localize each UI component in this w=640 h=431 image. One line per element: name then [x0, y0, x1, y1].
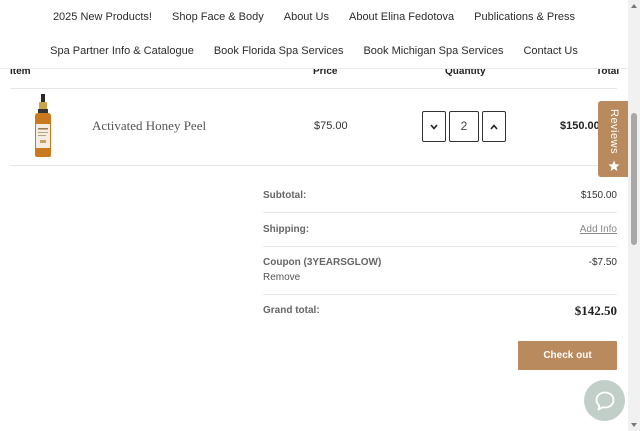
subtotal-value: $150.00 [580, 190, 617, 201]
quantity-input[interactable]: 2 [449, 111, 479, 142]
checkout-button[interactable]: Check out [518, 341, 617, 370]
product-image[interactable] [28, 94, 58, 158]
product-unit-price: $75.00 [314, 120, 348, 132]
star-icon [608, 160, 620, 172]
nav-link-about-us[interactable]: About Us [274, 10, 339, 25]
live-chat-button[interactable] [584, 380, 625, 421]
quantity-increase-button[interactable] [482, 111, 506, 142]
scrollbar-thumb[interactable] [631, 113, 637, 245]
chevron-down-icon [430, 123, 438, 130]
nav-link-spa-partner[interactable]: Spa Partner Info & Catalogue [40, 44, 204, 59]
scroll-down-arrow-icon[interactable] [630, 421, 638, 429]
shipping-label: Shipping: [263, 224, 310, 235]
summary-divider [263, 294, 617, 295]
nav-link-shop-face-body[interactable]: Shop Face & Body [162, 10, 274, 25]
reviews-side-tab[interactable]: Reviews [598, 101, 630, 177]
table-row-divider [10, 165, 617, 166]
nav-link-about-elina[interactable]: About Elina Fedotova [339, 10, 464, 25]
nav-link-book-michigan[interactable]: Book Michigan Spa Services [353, 44, 513, 59]
nav-row-primary: 2025 New Products! Shop Face & Body Abou… [0, 10, 628, 25]
summary-divider [263, 212, 617, 213]
nav-row-secondary: Spa Partner Info & Catalogue Book Florid… [0, 44, 628, 59]
nav-link-publications[interactable]: Publications & Press [464, 10, 585, 25]
subtotal-label: Subtotal: [263, 190, 307, 201]
product-line-total: $150.00 [560, 120, 600, 132]
coupon-label: Coupon (3YEARSGLOW) [263, 257, 382, 268]
product-name-link[interactable]: Activated Honey Peel [92, 118, 206, 134]
chevron-up-icon [490, 123, 498, 130]
nav-link-new-products[interactable]: 2025 New Products! [43, 10, 162, 25]
table-header-divider [10, 88, 617, 89]
shipping-add-info-link[interactable]: Add Info [580, 224, 617, 235]
page-scrollbar[interactable] [628, 0, 640, 431]
reviews-tab-label: Reviews [608, 109, 620, 155]
chat-bubble-icon [595, 391, 614, 410]
summary-divider [263, 246, 617, 247]
grand-total-label: Grand total: [263, 305, 320, 316]
coupon-discount-value: -$7.50 [588, 257, 617, 268]
grand-total-value: $142.50 [574, 303, 617, 318]
scroll-up-arrow-icon[interactable] [630, 2, 638, 10]
nav-link-book-florida[interactable]: Book Florida Spa Services [204, 44, 354, 59]
coupon-remove-link[interactable]: Remove [263, 272, 300, 283]
nav-link-contact-us[interactable]: Contact Us [513, 44, 587, 59]
quantity-decrease-button[interactable] [422, 111, 446, 142]
main-navigation: 2025 New Products! Shop Face & Body Abou… [0, 0, 628, 69]
